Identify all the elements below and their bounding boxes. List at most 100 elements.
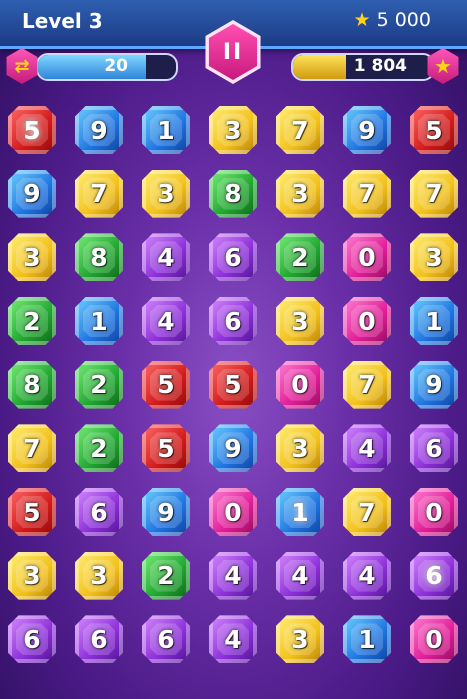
swap-arrows-icon[interactable]: ⇄ bbox=[6, 48, 38, 84]
gem-number: 6 bbox=[157, 624, 175, 654]
gem-tile[interactable]: 3 bbox=[410, 233, 458, 282]
gem-tile[interactable]: 5 bbox=[142, 424, 190, 473]
gem-tile[interactable]: 1 bbox=[75, 297, 123, 345]
gem-number: 3 bbox=[291, 433, 309, 463]
gem-number: 6 bbox=[425, 433, 443, 463]
gem-number: 3 bbox=[157, 179, 175, 209]
gem-number: 8 bbox=[90, 242, 108, 272]
gem-tile[interactable]: 2 bbox=[142, 551, 190, 600]
gem-tile[interactable]: 6 bbox=[209, 233, 257, 282]
score-progress-bar: 1 804 bbox=[291, 53, 435, 81]
gem-tile[interactable]: 9 bbox=[410, 360, 458, 409]
gem-tile[interactable]: 8 bbox=[75, 233, 123, 282]
gem-tile[interactable]: 6 bbox=[410, 551, 458, 600]
gem-number: 5 bbox=[224, 370, 242, 400]
gem-tile[interactable]: 3 bbox=[142, 169, 190, 218]
star-icon[interactable]: ★ bbox=[427, 48, 459, 84]
gem-tile[interactable]: 2 bbox=[8, 297, 56, 345]
gem-number: 7 bbox=[90, 179, 108, 209]
gem-tile[interactable]: 4 bbox=[142, 297, 190, 345]
gem-number: 2 bbox=[23, 306, 41, 336]
gem-tile[interactable]: 0 bbox=[410, 488, 458, 536]
gem-tile[interactable]: 4 bbox=[343, 551, 391, 600]
gem-number: 1 bbox=[157, 115, 175, 145]
gem-number: 7 bbox=[23, 433, 41, 463]
gem-tile[interactable]: 1 bbox=[276, 488, 324, 536]
gem-tile[interactable]: 5 bbox=[209, 360, 257, 409]
gem-number: 4 bbox=[358, 433, 376, 463]
gem-tile[interactable]: 7 bbox=[343, 488, 391, 536]
gem-tile[interactable]: 2 bbox=[276, 233, 324, 282]
gem-tile[interactable]: 2 bbox=[75, 360, 123, 409]
gem-tile[interactable]: 4 bbox=[276, 551, 324, 600]
gem-tile[interactable]: 5 bbox=[142, 360, 190, 409]
gem-tile[interactable]: 5 bbox=[8, 488, 56, 536]
gem-number: 4 bbox=[224, 624, 242, 654]
gem-tile[interactable]: 4 bbox=[142, 233, 190, 282]
gem-tile[interactable]: 0 bbox=[343, 297, 391, 345]
moves-counter: 20 bbox=[104, 56, 128, 76]
gem-tile[interactable]: 9 bbox=[209, 424, 257, 473]
gem-tile[interactable]: 8 bbox=[8, 360, 56, 409]
gem-number: 7 bbox=[291, 115, 309, 145]
gem-tile[interactable]: 6 bbox=[410, 424, 458, 473]
gem-tile[interactable]: 9 bbox=[142, 488, 190, 536]
gem-tile[interactable]: 0 bbox=[209, 488, 257, 536]
gem-tile[interactable]: 9 bbox=[75, 106, 123, 154]
gem-tile[interactable]: 3 bbox=[276, 169, 324, 218]
gem-tile[interactable]: 4 bbox=[209, 615, 257, 664]
gem-tile[interactable]: 3 bbox=[276, 297, 324, 345]
gem-number: 4 bbox=[291, 561, 309, 591]
gem-tile[interactable]: 6 bbox=[8, 615, 56, 664]
gem-number: 2 bbox=[291, 242, 309, 272]
score-display: ★ 5 000 bbox=[354, 9, 431, 31]
gem-number: 1 bbox=[90, 306, 108, 336]
gem-tile[interactable]: 6 bbox=[75, 488, 123, 536]
gem-tile[interactable]: 7 bbox=[343, 360, 391, 409]
gem-tile[interactable]: 2 bbox=[75, 424, 123, 473]
gem-tile[interactable]: 4 bbox=[209, 551, 257, 600]
gem-number: 7 bbox=[358, 179, 376, 209]
gem-number: 5 bbox=[23, 115, 41, 145]
gem-tile[interactable]: 9 bbox=[343, 106, 391, 154]
gem-number: 6 bbox=[224, 306, 242, 336]
gem-tile[interactable]: 9 bbox=[8, 169, 56, 218]
gem-number: 4 bbox=[358, 561, 376, 591]
gem-tile[interactable]: 5 bbox=[8, 106, 56, 154]
gem-tile[interactable]: 8 bbox=[209, 169, 257, 218]
gem-tile[interactable]: 6 bbox=[142, 615, 190, 664]
gem-tile[interactable]: 3 bbox=[8, 551, 56, 600]
gem-tile[interactable]: 3 bbox=[209, 106, 257, 154]
gem-tile[interactable]: 3 bbox=[276, 424, 324, 473]
gem-tile[interactable]: 7 bbox=[410, 169, 458, 218]
gem-tile[interactable]: 7 bbox=[8, 424, 56, 473]
gem-tile[interactable]: 7 bbox=[276, 106, 324, 154]
gem-tile[interactable]: 4 bbox=[343, 424, 391, 473]
gem-tile[interactable]: 7 bbox=[343, 169, 391, 218]
gem-tile[interactable]: 1 bbox=[410, 297, 458, 345]
gem-tile[interactable]: 6 bbox=[75, 615, 123, 664]
gem-number: 4 bbox=[157, 306, 175, 336]
gem-tile[interactable]: 1 bbox=[343, 615, 391, 664]
gem-tile[interactable]: 0 bbox=[343, 233, 391, 282]
gem-number: 2 bbox=[90, 370, 108, 400]
gem-number: 5 bbox=[157, 433, 175, 463]
gem-number: 3 bbox=[291, 306, 309, 336]
gem-number: 3 bbox=[90, 561, 108, 591]
gem-tile[interactable]: 7 bbox=[75, 169, 123, 218]
gem-number: 6 bbox=[224, 242, 242, 272]
gem-tile[interactable]: 1 bbox=[142, 106, 190, 154]
score-value: 5 000 bbox=[376, 9, 431, 31]
gem-tile[interactable]: 0 bbox=[276, 360, 324, 409]
gem-tile[interactable]: 0 bbox=[410, 615, 458, 664]
gem-tile[interactable]: 3 bbox=[75, 551, 123, 600]
gem-number: 9 bbox=[358, 115, 376, 145]
gem-tile[interactable]: 5 bbox=[410, 106, 458, 154]
gem-number: 7 bbox=[425, 179, 443, 209]
gem-number: 8 bbox=[23, 370, 41, 400]
gem-number: 3 bbox=[23, 242, 41, 272]
gem-number: 6 bbox=[425, 561, 443, 591]
gem-tile[interactable]: 6 bbox=[209, 297, 257, 345]
gem-tile[interactable]: 3 bbox=[8, 233, 56, 282]
gem-tile[interactable]: 3 bbox=[276, 615, 324, 664]
